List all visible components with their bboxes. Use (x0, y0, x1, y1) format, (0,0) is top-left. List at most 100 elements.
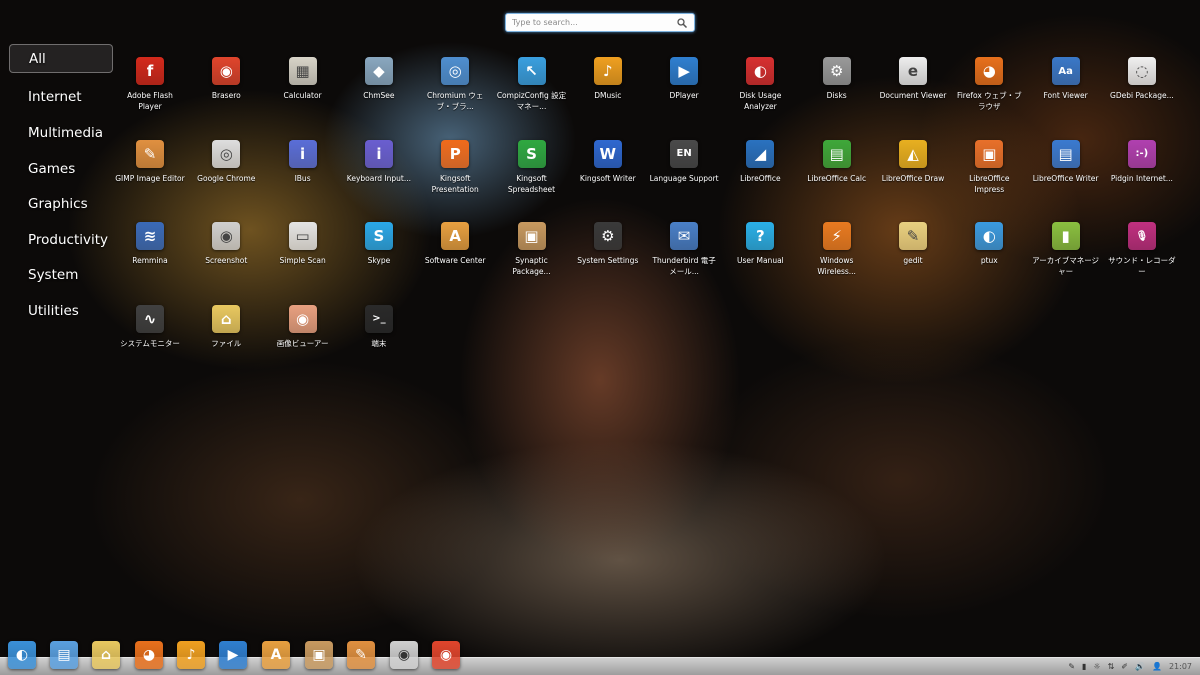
app-tile[interactable]: ↖ CompizConfig 設定マネー... (497, 57, 567, 112)
system-monitor-icon: ∿ (136, 304, 164, 333)
app-tile[interactable]: ⚙ System Settings (573, 222, 643, 266)
app-tile[interactable]: e Document Viewer (878, 57, 948, 101)
app-tile[interactable]: :-) Pidgin Internet... (1107, 139, 1177, 184)
app-label: DMusic (594, 91, 622, 100)
app-label: LibreOffice Writer (1032, 173, 1099, 183)
language-support-icon: EN (670, 139, 699, 168)
category-internet[interactable]: Internet (9, 80, 113, 116)
app-tile[interactable]: EN Language Support (649, 139, 719, 184)
app-tile[interactable]: ⚡ Windows Wireless... (802, 222, 872, 277)
app-label: Document Viewer (879, 91, 947, 100)
app-tile[interactable]: Aa Font Viewer (1031, 57, 1101, 101)
disk-usage-icon: ◐ (746, 57, 775, 85)
app-tile[interactable]: f Adobe Flash Player (115, 57, 185, 112)
app-label: LibreOffice Impress (969, 173, 1010, 194)
app-tile[interactable]: ▮ アーカイブマネージャー (1031, 222, 1101, 277)
libreoffice-writer-icon: ▤ (1051, 139, 1080, 168)
pen-icon[interactable]: ✐ (1121, 662, 1128, 671)
app-label: アーカイブマネージャー (1032, 256, 1100, 276)
app-tile[interactable]: W Kingsoft Writer (573, 139, 643, 184)
app-tile[interactable]: i Keyboard Input... (344, 139, 414, 184)
calculator-icon: ▦ (288, 57, 317, 85)
clock[interactable]: 21:07 (1169, 662, 1192, 671)
app-tile[interactable]: ◐ Disk Usage Analyzer (725, 57, 795, 112)
software-center-icon[interactable]: A (262, 641, 290, 669)
app-tile[interactable]: ♪ DMusic (573, 57, 643, 101)
app-tile[interactable]: >_ 端末 (344, 304, 414, 349)
chrome-icon: ◎ (212, 139, 241, 168)
app-tile[interactable]: A Software Center (420, 222, 490, 266)
app-tile[interactable]: S Skype (344, 222, 414, 266)
app-label: ファイル (211, 338, 242, 348)
app-tile[interactable]: ▤ LibreOffice Calc (802, 139, 872, 184)
app-tile[interactable]: ✎ GIMP Image Editor (115, 139, 185, 184)
screenshot-icon[interactable]: ◉ (390, 641, 418, 669)
keyboard-icon[interactable]: ▤ (50, 641, 78, 669)
screenshot-icon: ◉ (212, 222, 241, 250)
app-tile[interactable]: ▣ LibreOffice Impress (954, 139, 1024, 195)
app-label: サウンド・レコーダー (1108, 256, 1176, 276)
user-icon[interactable]: 👤 (1152, 662, 1162, 671)
firefox-icon: ◕ (975, 57, 1004, 85)
volume-icon[interactable]: 🔊 (1135, 662, 1145, 671)
app-label: CompizConfig 設定マネー... (496, 91, 567, 111)
app-tile[interactable]: ◌ GDebi Package... (1107, 57, 1177, 101)
app-tile[interactable]: ◎ Google Chrome (191, 139, 261, 184)
launcher-icon[interactable]: ◐ (8, 641, 36, 669)
app-tile[interactable]: ◉ Screenshot (191, 222, 261, 266)
app-tile[interactable]: S Kingsoft Spreadsheet (497, 139, 567, 195)
app-tile[interactable]: 🎙 サウンド・レコーダー (1107, 222, 1177, 277)
app-tile[interactable]: i IBus (268, 139, 338, 184)
app-label: Adobe Flash Player (127, 91, 173, 111)
network-icon[interactable]: ⇅ (1108, 662, 1115, 671)
category-games[interactable]: Games (9, 151, 113, 187)
app-tile[interactable]: ◉ Brasero (191, 57, 261, 101)
dmusic-icon: ♪ (593, 57, 622, 85)
ptux-icon: ◐ (975, 222, 1004, 250)
category-productivity[interactable]: Productivity (9, 222, 113, 258)
battery-icon[interactable]: ▮ (1082, 662, 1086, 671)
lightbulb-icon[interactable]: ☼ (1093, 662, 1100, 671)
app-label: User Manual (737, 256, 784, 265)
synaptic-icon: ▣ (517, 222, 546, 250)
app-tile[interactable]: ? User Manual (725, 222, 795, 266)
app-tile[interactable]: ▶ DPlayer (649, 57, 719, 101)
dplayer-icon[interactable]: ▶ (219, 641, 247, 669)
app-tile[interactable]: ▭ Simple Scan (268, 222, 338, 266)
app-tile[interactable]: ∿ システムモニター (115, 304, 185, 349)
dmusic-icon[interactable]: ♪ (177, 641, 205, 669)
app-tile[interactable]: ⚙ Disks (802, 57, 872, 101)
app-tile[interactable]: ✉ Thunderbird 電子メール... (649, 222, 719, 277)
synaptic-icon[interactable]: ▣ (305, 641, 333, 669)
app-tile[interactable]: ◉ 画像ビューアー (268, 304, 338, 349)
category-all[interactable]: All (9, 44, 113, 73)
app-tile[interactable]: ◢ LibreOffice (725, 139, 795, 184)
app-tile[interactable]: P Kingsoft Presentation (420, 139, 490, 195)
app-tile[interactable]: ▦ Calculator (268, 57, 338, 101)
search-box[interactable] (505, 13, 695, 32)
search-icon[interactable] (676, 17, 688, 29)
app-tile[interactable]: ◎ Chromium ウェブ・ブラ... (420, 57, 490, 112)
category-multimedia[interactable]: Multimedia (9, 115, 113, 151)
chmsee-icon: ◆ (364, 57, 393, 85)
category-system[interactable]: System (9, 258, 113, 294)
app-tile[interactable]: ◭ LibreOffice Draw (878, 139, 948, 184)
app-tile[interactable]: ⌂ ファイル (191, 304, 261, 349)
files-icon[interactable]: ⌂ (92, 641, 120, 669)
brasero-disc-icon[interactable]: ◉ (432, 641, 460, 669)
app-tile[interactable]: ◆ ChmSee (344, 57, 414, 101)
gimp-icon[interactable]: ✎ (347, 641, 375, 669)
category-graphics[interactable]: Graphics (9, 186, 113, 222)
search-input[interactable] (512, 18, 676, 27)
app-tile[interactable]: ▤ LibreOffice Writer (1031, 139, 1101, 184)
app-tile[interactable]: ▣ Synaptic Package... (497, 222, 567, 277)
firefox-icon[interactable]: ◕ (135, 641, 163, 669)
app-label: Pidgin Internet... (1110, 173, 1173, 183)
app-tile[interactable]: ◐ ptux (954, 222, 1024, 266)
category-utilities[interactable]: Utilities (9, 293, 113, 329)
app-label: LibreOffice (740, 173, 781, 183)
app-tile[interactable]: ◕ Firefox ウェブ・ブラウザ (954, 57, 1024, 112)
notification-icon[interactable]: ✎ (1068, 662, 1075, 671)
app-tile[interactable]: ≋ Remmina (115, 222, 185, 266)
app-tile[interactable]: ✎ gedit (878, 222, 948, 266)
